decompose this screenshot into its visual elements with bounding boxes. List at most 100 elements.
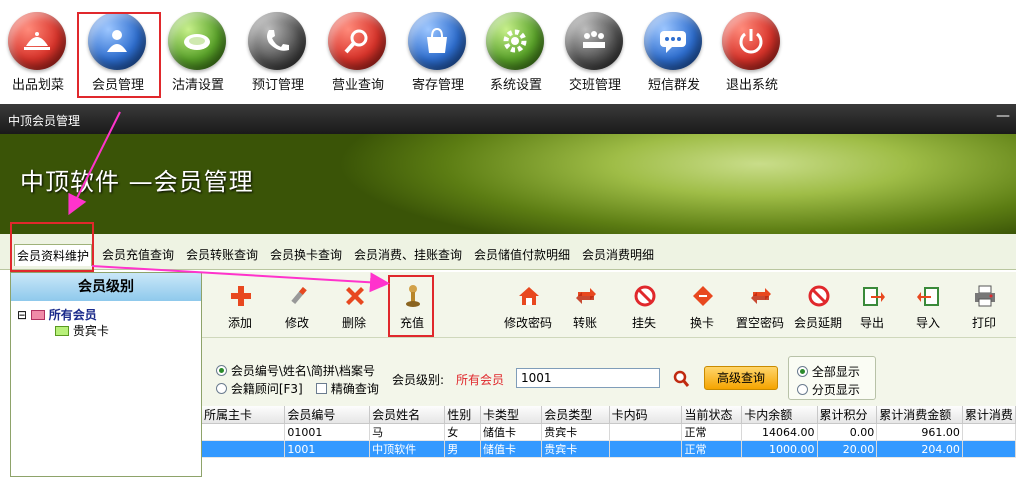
- toolbar-reservation-button[interactable]: 预订管理: [240, 10, 316, 96]
- action-label: 会员延期: [793, 316, 842, 330]
- bag-icon: [408, 12, 466, 70]
- tab-transfer-query[interactable]: 会员转账查询: [184, 244, 260, 266]
- show-all-option[interactable]: 全部显示: [797, 363, 860, 380]
- extend-icon: [808, 285, 830, 307]
- toolbar-label: 寄存管理: [411, 78, 464, 93]
- search-opt1-label: 会员编号\姓名\简拼\档案号: [230, 364, 375, 378]
- minimize-button[interactable]: —: [996, 108, 1010, 124]
- column-header[interactable]: 会员类型: [541, 406, 610, 424]
- action-label: 修改密码: [503, 316, 552, 330]
- tree-item-all-members[interactable]: ⊟ 所有会员: [17, 306, 97, 323]
- column-header[interactable]: 累计消费金额: [876, 406, 963, 424]
- tab-card-change-query[interactable]: 会员换卡查询: [268, 244, 344, 266]
- swap-icon: [693, 286, 713, 306]
- phone-icon: [248, 12, 306, 70]
- toolbar-sms-broadcast-button[interactable]: 短信群发: [636, 10, 712, 96]
- collapse-icon[interactable]: ⊟: [17, 308, 27, 322]
- show-all-label: 全部显示: [811, 365, 860, 379]
- house-key-icon: [519, 287, 539, 305]
- transfer-button[interactable]: 转账: [557, 282, 613, 334]
- extend-membership-button[interactable]: 会员延期: [790, 282, 846, 334]
- action-toolbar: 添加 修改 删除 充值 修改密码 转账 挂失 换卡 置空密码 会员延期 导出 导…: [202, 272, 1016, 338]
- action-label: 导出: [859, 316, 884, 330]
- members-folder-icon: [30, 310, 45, 320]
- column-header[interactable]: 会员编号: [284, 406, 371, 424]
- change-password-button[interactable]: 修改密码: [500, 282, 556, 334]
- action-label: 添加: [227, 316, 252, 330]
- search-icon[interactable]: [672, 370, 690, 388]
- toolbar-sold-out-settings-button[interactable]: 沽清设置: [160, 10, 236, 96]
- change-card-button[interactable]: 换卡: [674, 282, 730, 334]
- cell: [962, 423, 1016, 441]
- column-header[interactable]: 会员姓名: [369, 406, 446, 424]
- action-label: 删除: [341, 316, 366, 330]
- highlight-member-management: [77, 12, 161, 98]
- report-loss-button[interactable]: 挂失: [616, 282, 672, 334]
- column-header[interactable]: 所属主卡: [202, 406, 286, 424]
- search-bar: 会员编号\姓名\简拼\档案号 会籍顾问[F3] 精确查询 会员级别: 所有会员 …: [202, 338, 1016, 404]
- toolbar-dish-dispatch-button[interactable]: 出品划菜: [0, 10, 76, 96]
- paged-display-option[interactable]: 分页显示: [797, 381, 860, 398]
- action-label: 导入: [915, 316, 940, 330]
- printer-icon: [975, 285, 995, 307]
- header-banner: 中顶软件 —会员管理: [0, 134, 1016, 234]
- tab-consumption-query[interactable]: 会员消费、挂账查询: [352, 244, 464, 266]
- clear-password-icon: [751, 288, 771, 304]
- highlight-member-info-tab: [10, 222, 94, 272]
- tab-consumption-detail[interactable]: 会员消费明细: [580, 244, 656, 266]
- search-opt2-label: 会籍顾问[F3]: [230, 382, 303, 396]
- cell: 0.00: [817, 423, 878, 441]
- search-input[interactable]: [516, 368, 660, 388]
- highlight-recharge-button: [388, 275, 434, 337]
- cloche-icon: [8, 12, 66, 70]
- column-header[interactable]: 性别: [444, 406, 482, 424]
- column-header[interactable]: 卡内余额: [741, 406, 818, 424]
- advanced-search-button[interactable]: 高级查询: [704, 366, 778, 390]
- member-table: 所属主卡 会员编号 会员姓名 性别 卡类型 会员类型 卡内码 当前状态 卡内余额…: [202, 406, 1016, 458]
- search-by-member-option[interactable]: 会员编号\姓名\简拼\档案号: [216, 362, 375, 379]
- cell: 14064.00: [741, 423, 818, 441]
- toolbar-system-settings-button[interactable]: 系统设置: [478, 10, 554, 96]
- magnifier-icon: [328, 12, 386, 70]
- toolbar-label: 交班管理: [568, 78, 621, 93]
- clear-password-button[interactable]: 置空密码: [732, 282, 788, 334]
- tree-item-vip-card[interactable]: 贵宾卡: [55, 322, 109, 339]
- add-button[interactable]: 添加: [212, 282, 268, 334]
- tab-bar: 会员资料维护 会员充值查询 会员转账查询 会员换卡查询 会员消费、挂账查询 会员…: [0, 222, 1016, 272]
- table-header-row: 所属主卡 会员编号 会员姓名 性别 卡类型 会员类型 卡内码 当前状态 卡内余额…: [202, 406, 1016, 424]
- toolbar-storage-button[interactable]: 寄存管理: [400, 10, 476, 96]
- banner-title: 中顶软件 —会员管理: [20, 168, 254, 196]
- column-header[interactable]: 卡类型: [480, 406, 543, 424]
- cell: 储值卡: [480, 423, 543, 441]
- table-row[interactable]: 01001 马 女 储值卡 贵宾卡 正常 14064.00 0.00 961.0…: [202, 423, 1016, 441]
- cell: [202, 440, 286, 458]
- import-button[interactable]: 导入: [900, 282, 956, 334]
- plate-icon: [168, 12, 226, 70]
- cell: 961.00: [876, 423, 963, 441]
- delete-button[interactable]: 删除: [326, 282, 382, 334]
- export-button[interactable]: 导出: [844, 282, 900, 334]
- table-row-selected[interactable]: 1001 中顶软件 男 储值卡 贵宾卡 正常 1000.00 20.00 204…: [202, 440, 1016, 458]
- exact-search-checkbox[interactable]: 精确查询: [316, 380, 379, 397]
- member-grid: 所属主卡 会员编号 会员姓名 性别 卡类型 会员类型 卡内码 当前状态 卡内余额…: [202, 406, 1016, 477]
- toolbar-label: 出品划菜: [11, 78, 64, 93]
- search-by-advisor-option[interactable]: 会籍顾问[F3]: [216, 380, 303, 397]
- cell: 正常: [681, 423, 743, 441]
- column-header[interactable]: 累计消费: [962, 406, 1016, 424]
- cell: 贵宾卡: [541, 423, 610, 441]
- column-header[interactable]: 卡内码: [609, 406, 683, 424]
- member-level-value[interactable]: 所有会员: [456, 371, 504, 388]
- tab-recharge-query[interactable]: 会员充值查询: [100, 244, 176, 266]
- edit-button[interactable]: 修改: [269, 282, 325, 334]
- radio-icon: [216, 365, 227, 376]
- toolbar-business-query-button[interactable]: 营业查询: [320, 10, 396, 96]
- cell: [609, 440, 683, 458]
- toolbar-label: 预订管理: [251, 78, 304, 93]
- cell: [962, 440, 1016, 458]
- column-header[interactable]: 当前状态: [681, 406, 743, 424]
- print-button[interactable]: 打印: [956, 282, 1012, 334]
- column-header[interactable]: 累计积分: [817, 406, 878, 424]
- tab-stored-value-payment[interactable]: 会员储值付款明细: [472, 244, 572, 266]
- toolbar-exit-system-button[interactable]: 退出系统: [714, 10, 790, 96]
- toolbar-shift-handover-button[interactable]: 交班管理: [557, 10, 633, 96]
